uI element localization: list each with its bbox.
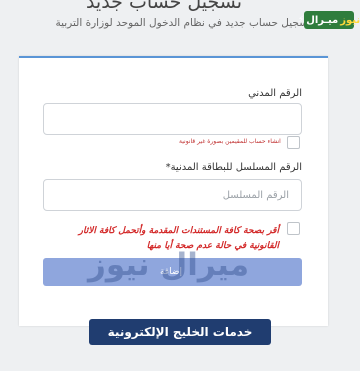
minor-account-checkbox[interactable] <box>287 136 300 149</box>
page-subtitle: سجيل حساب جديد في نظام الدخول الموحد لوز… <box>55 17 308 29</box>
gulf-services-banner: خدمات الخليج الإلكترونية <box>89 319 271 345</box>
page-header: تسجيل حساب جديد سجيل حساب جديد في نظام ا… <box>0 0 360 46</box>
civil-id-label: الرقم المدني <box>248 88 302 99</box>
minor-account-note: انشاء حساب للمقيمين بصورة غير قانونية <box>179 138 281 145</box>
brand-logo-accent: نيوز <box>340 14 360 26</box>
serial-label-text: الرقم المسلسل للبطاقة المدنية <box>170 162 302 173</box>
watermark-text: ميرال نيوز <box>88 247 250 283</box>
serial-input[interactable] <box>43 179 302 211</box>
lightning-icon: ⚡ <box>297 15 305 25</box>
page-title: تسجيل حساب جديد <box>85 0 242 13</box>
brand-logo: نيوز ميـرال ⚡ <box>298 11 360 29</box>
brand-logo-text: ميـرال <box>306 14 339 26</box>
registration-form-card: الرقم المدني انشاء حساب للمقيمين بصورة غ… <box>19 56 328 326</box>
civil-id-input[interactable] <box>43 103 302 135</box>
serial-label: الرقم المسلسل للبطاقة المدنية* <box>166 162 302 173</box>
declaration-checkbox[interactable] <box>287 222 300 235</box>
